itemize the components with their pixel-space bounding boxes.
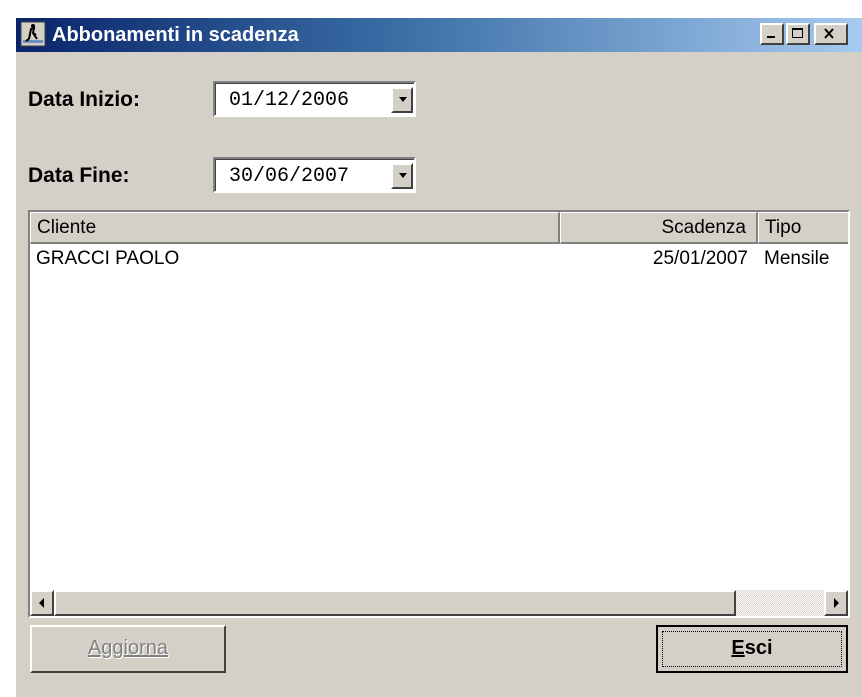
column-header-tipo[interactable]: Tipo <box>758 212 848 244</box>
arrow-left-icon <box>32 598 52 616</box>
minimize-button[interactable] <box>760 23 784 45</box>
cell-cliente: GRACCI PAOLO <box>36 248 180 269</box>
update-button[interactable]: Aggiorna <box>30 625 226 673</box>
end-date-dropdown-button[interactable] <box>391 163 413 189</box>
subscriptions-window: Abbonamenti in scadenza Data Inizio: 01/… <box>14 16 862 697</box>
close-button[interactable] <box>814 23 848 45</box>
cell-tipo: Mensile <box>764 248 830 269</box>
start-date-picker[interactable]: 01/12/2006 <box>213 81 416 117</box>
horizontal-scrollbar[interactable] <box>30 590 848 616</box>
focus-rectangle <box>662 631 842 667</box>
scrollbar-thumb[interactable] <box>54 590 736 616</box>
maximize-button[interactable] <box>786 23 810 45</box>
table-row[interactable]: GRACCI PAOLO 25/01/2007 Mensile <box>30 246 848 272</box>
cell-scadenza: 25/01/2007 <box>652 248 748 269</box>
title-bar[interactable]: Abbonamenti in scadenza <box>16 18 862 52</box>
app-icon[interactable] <box>20 21 46 47</box>
exit-button[interactable]: Esci <box>656 625 848 673</box>
subscriptions-list[interactable]: Cliente Scadenza Tipo GRACCI PAOLO 25/01… <box>28 210 850 618</box>
start-date-dropdown-button[interactable] <box>391 87 413 113</box>
window-title: Abbonamenti in scadenza <box>52 24 299 46</box>
update-button-label: Aggiorna <box>87 637 169 659</box>
start-date-label: Data Inizio: <box>28 88 141 111</box>
column-header-scadenza[interactable]: Scadenza <box>560 212 758 244</box>
end-date-picker[interactable]: 30/06/2007 <box>213 157 416 193</box>
scroll-right-button[interactable] <box>824 590 848 616</box>
arrow-right-icon <box>826 598 846 616</box>
scrollbar-track[interactable] <box>736 590 824 616</box>
scroll-left-button[interactable] <box>30 590 54 616</box>
end-date-label: Data Fine: <box>28 164 130 187</box>
end-date-value[interactable]: 30/06/2007 <box>229 165 349 188</box>
list-header: Cliente Scadenza Tipo <box>30 212 848 244</box>
start-date-value[interactable]: 01/12/2006 <box>229 89 349 112</box>
column-header-cliente[interactable]: Cliente <box>30 212 560 244</box>
